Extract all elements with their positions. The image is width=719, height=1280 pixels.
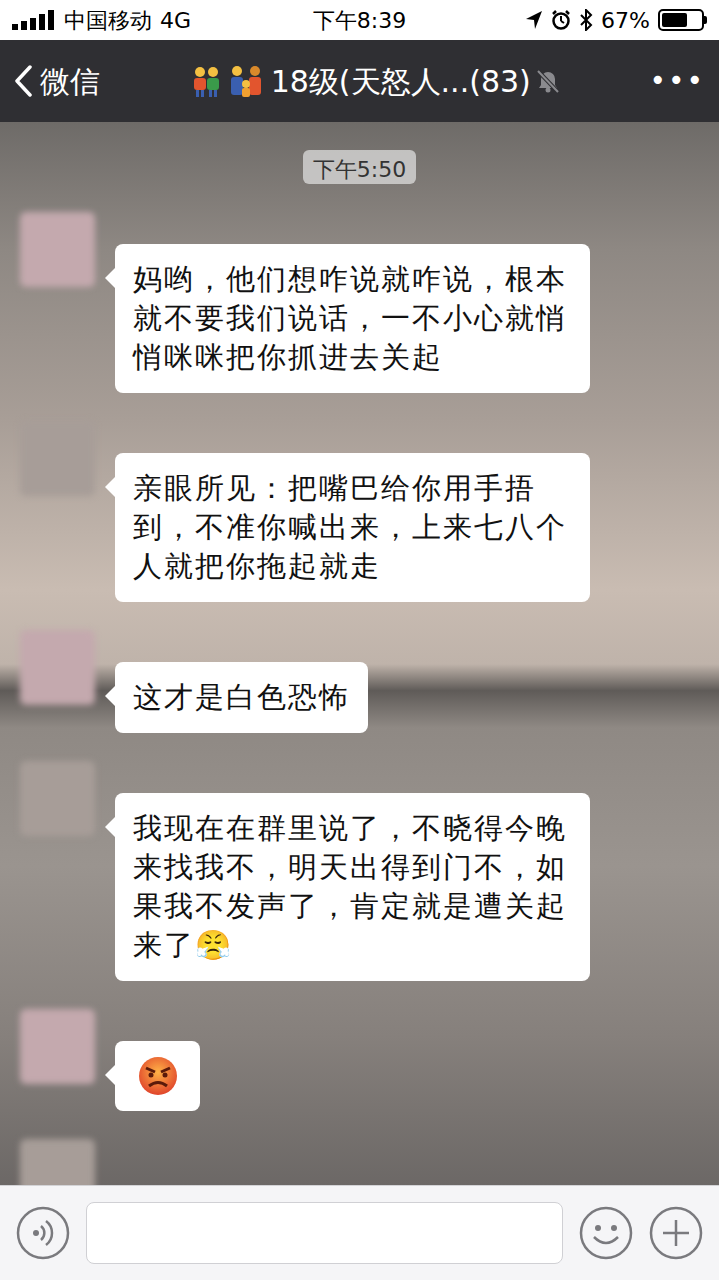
plus-icon[interactable] [649,1206,703,1260]
message-input[interactable] [86,1202,563,1264]
signal-icon [12,10,56,30]
angry-face-icon [137,1055,179,1097]
back-label[interactable]: 微信 [40,59,100,104]
emoji-bubble[interactable] [115,1041,200,1111]
battery-icon [658,9,707,31]
battery-nub [704,16,707,24]
message-bubble[interactable]: 我现在在群里说了，不晓得今晚来找我不，明天出得到门不，如果我不发声了，肯定就是遭… [115,793,590,981]
carrier: 中国移动 [64,4,152,37]
back-button[interactable]: 微信 [14,59,100,104]
phone-screen: 中国移动4G下午8:3967%微信18级(天怒人...(83)•••下午5:50… [0,0,719,1280]
message-bubble[interactable]: 妈哟，他们想咋说就咋说，根本就不要我们说话，一不小心就悄悄咪咪把你抓进去关起 [115,244,590,393]
back-chevron-icon[interactable] [14,65,32,97]
message-row: 妈哟，他们想咋说就咋说，根本就不要我们说话，一不小心就悄悄咪咪把你抓进去关起 [20,212,699,393]
sender-name-space [115,1009,200,1041]
timestamp: 下午5:50 [303,150,416,184]
message-bubble[interactable]: 这才是白色恐怖 [115,662,368,733]
message-row [20,1009,699,1111]
family-emoji-icon [227,64,267,98]
avatar[interactable] [20,761,95,836]
battery-percent: 67% [601,4,650,37]
message-body: 妈哟，他们想咋说就咋说，根本就不要我们说话，一不小心就悄悄咪咪把你抓进去关起 [115,212,590,393]
more-button[interactable]: ••• [649,60,705,102]
couple-emoji-icon [189,64,223,98]
battery-track [658,9,704,31]
message-row: 这才是白色恐怖 [20,630,699,733]
avatar[interactable] [20,1009,95,1084]
status-left: 中国移动4G [12,4,313,37]
sender-name-space [115,212,590,244]
clock: 下午8:39 [313,4,406,37]
chat-title: 18级(天怒人...(83) [189,59,561,104]
message-row: 亲眼所见：把嘴巴给你用手捂到，不准你喊出来，上来七八个人就把你拖起就走 [20,421,699,602]
emoji-icon[interactable] [579,1206,633,1260]
bluetooth-icon [579,9,593,31]
message-bubble[interactable]: 亲眼所见：把嘴巴给你用手捂到，不准你喊出来，上来七八个人就把你拖起就走 [115,453,590,602]
battery-fill [662,13,687,27]
avatar[interactable] [20,630,95,705]
alarm-icon [551,10,571,30]
chat-area: 下午5:50 妈哟，他们想咋说就咋说，根本就不要我们说话，一不小心就悄悄咪咪把你抓… [0,122,719,1185]
status-bar: 中国移动4G下午8:3967% [0,0,719,40]
message-body: 我现在在群里说了，不晓得今晚来找我不，明天出得到门不，如果我不发声了，肯定就是遭… [115,761,590,981]
voice-icon[interactable] [16,1206,70,1260]
network: 4G [160,4,191,37]
avatar[interactable] [20,421,95,496]
message-row: 我现在在群里说了，不晓得今晚来找我不，明天出得到门不，如果我不发声了，肯定就是遭… [20,761,699,981]
avatar[interactable] [20,212,95,287]
message-row [20,1139,699,1185]
message-body: 这才是白色恐怖 [115,630,368,733]
sender-name-space [115,421,590,453]
location-icon [525,10,543,30]
mute-icon [535,68,561,94]
sender-name-space [115,761,590,793]
nav-bar: 微信 18级(天怒人...(83) ••• [0,40,719,122]
message-body [115,1009,200,1111]
sender-name-space [115,630,368,662]
avatar[interactable] [20,1139,95,1185]
status-right: 67% [406,4,707,37]
input-bar [0,1185,719,1280]
chat-title-text: 18级(天怒人...(83) [271,59,531,104]
message-body: 亲眼所见：把嘴巴给你用手捂到，不准你喊出来，上来七八个人就把你拖起就走 [115,421,590,602]
